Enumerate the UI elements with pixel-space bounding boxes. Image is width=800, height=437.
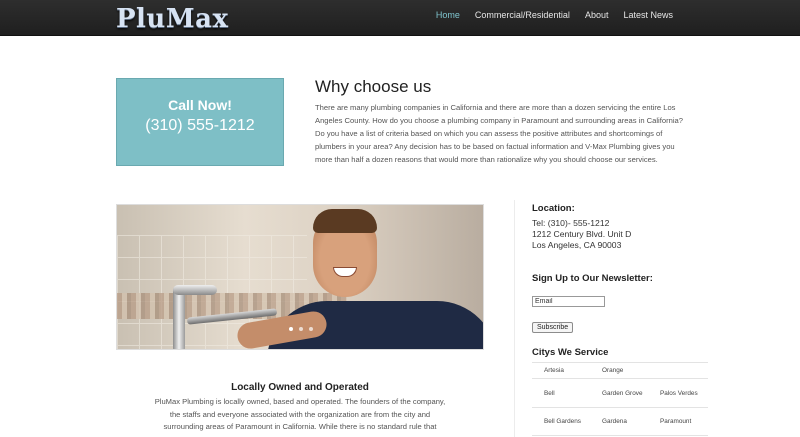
nav-commercial-residential[interactable]: Commercial/Residential (475, 10, 570, 20)
cities-heading: Citys We Service (532, 347, 609, 358)
location-heading: Location: (532, 203, 575, 214)
table-row: Bell Garden Grove Palos Verdes (532, 379, 708, 408)
city-cell: Orange (602, 367, 624, 374)
city-cell: Bell Gardens (544, 418, 581, 425)
city-cell (648, 363, 706, 378)
slider-dot-2[interactable] (299, 327, 303, 331)
city-cell: Garden Grove (602, 389, 643, 397)
call-now-phone[interactable]: (310) 555-1212 (117, 117, 283, 135)
slider-dot-1[interactable] (289, 327, 293, 331)
slider-dots (289, 327, 313, 331)
why-choose-us-section: Why choose us There are many plumbing co… (315, 77, 687, 166)
city-cell: Bell (544, 389, 555, 397)
location-address-line2: Los Angeles, CA 90003 (532, 240, 622, 250)
city-cell: Artesia (544, 367, 564, 374)
subscribe-button[interactable]: Subscribe (532, 322, 574, 333)
call-now-title: Call Now! (168, 97, 232, 113)
why-body: There are many plumbing companies in Cal… (315, 103, 683, 165)
plumber-hair (313, 209, 377, 233)
slider-dot-3[interactable] (309, 327, 313, 331)
newsletter-email-input[interactable] (532, 296, 605, 307)
table-row: Bell Gardens Gardena Paramount (532, 408, 708, 436)
location-phone[interactable]: Tel: (310)- 555-1212 (532, 218, 732, 229)
city-cell: Gardena (602, 418, 627, 425)
faucet-spout (173, 285, 217, 295)
local-body: PluMax Plumbing is locally owned, based … (154, 397, 446, 432)
nav-latest-news[interactable]: Latest News (623, 10, 673, 20)
newsletter-heading: Sign Up to Our Newsletter: (532, 273, 653, 284)
site-logo[interactable]: PluMax (116, 4, 228, 34)
why-heading: Why choose us (315, 77, 432, 96)
cities-table: Artesia Orange Bell Garden Grove Palos V… (532, 362, 708, 436)
hero-slider[interactable] (116, 204, 484, 350)
nav-home[interactable]: Home (436, 10, 460, 20)
call-now-box[interactable]: Call Now! (310) 555-1212 (116, 78, 284, 166)
sidebar-divider (514, 200, 515, 437)
location-address-line1: 1212 Century Blvd. Unit D (532, 229, 632, 239)
city-cell: Paramount (660, 418, 692, 425)
cities-widget: Citys We Service Artesia Orange Bell Gar… (532, 347, 732, 436)
top-navbar: PluMax Home Commercial/Residential About… (0, 0, 800, 36)
main-nav: Home Commercial/Residential About Latest… (436, 10, 673, 20)
local-heading: Locally Owned and Operated (231, 382, 369, 393)
table-row: Artesia Orange (532, 363, 708, 379)
locally-owned-section: Locally Owned and Operated PluMax Plumbi… (150, 382, 450, 434)
city-cell: Palos Verdes (660, 389, 698, 397)
newsletter-widget: Sign Up to Our Newsletter: Subscribe (532, 273, 732, 333)
location-widget: Location: Tel: (310)- 555-1212 1212 Cent… (532, 203, 732, 251)
faucet-icon (173, 287, 185, 349)
nav-about[interactable]: About (585, 10, 609, 20)
